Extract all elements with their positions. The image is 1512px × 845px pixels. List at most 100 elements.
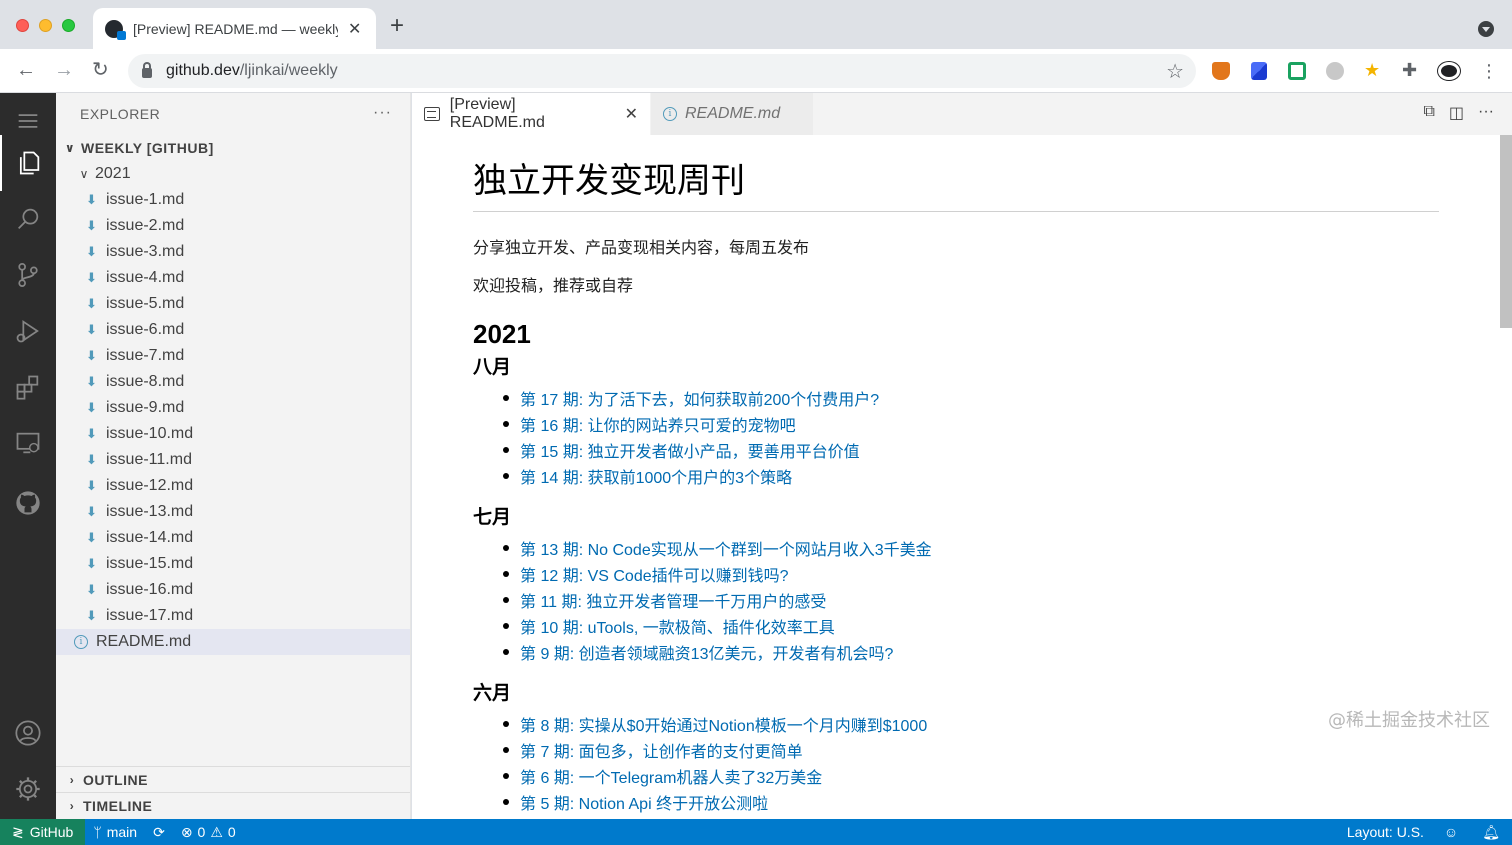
open-source-icon[interactable]: ⧉ bbox=[1423, 103, 1434, 123]
file-item[interactable]: ⬇ issue-11.md bbox=[56, 447, 410, 473]
forward-arrow-icon[interactable]: → bbox=[54, 59, 74, 81]
browser-tab-title: [Preview] README.md — weekly bbox=[133, 20, 338, 37]
file-item[interactable]: ⬇ issue-6.md bbox=[56, 317, 410, 343]
bookmark-star-icon[interactable]: ☆ bbox=[1166, 59, 1184, 84]
file-label: issue-3.md bbox=[106, 243, 185, 260]
back-arrow-icon[interactable]: ← bbox=[16, 59, 36, 81]
remote-indicator[interactable]: ≷ GitHub bbox=[0, 819, 86, 845]
scrollbar[interactable] bbox=[1500, 135, 1512, 819]
branch-label: main bbox=[106, 824, 138, 840]
issue-link[interactable]: 第 12 期: VS Code插件可以赚到钱吗? bbox=[520, 562, 789, 586]
split-editor-icon[interactable]: ◫ bbox=[1449, 103, 1464, 123]
explorer-icon[interactable] bbox=[0, 135, 56, 191]
branch-indicator[interactable]: ᛘ main bbox=[85, 819, 145, 845]
new-tab-button[interactable]: + bbox=[390, 14, 404, 38]
error-icon: ⊗ bbox=[180, 823, 193, 840]
extension-gray-icon[interactable] bbox=[1326, 62, 1344, 80]
file-item[interactable]: ⬇ issue-4.md bbox=[56, 265, 410, 291]
profile-avatar[interactable] bbox=[1438, 62, 1460, 80]
file-item[interactable]: ⬇ issue-10.md bbox=[56, 421, 410, 447]
file-label: issue-12.md bbox=[106, 477, 194, 494]
tab-preview-readme[interactable]: [Preview] README.md ✕ bbox=[412, 93, 650, 135]
file-item[interactable]: ⬇ issue-3.md bbox=[56, 239, 410, 265]
feedback-icon[interactable]: ☺ bbox=[1432, 819, 1470, 845]
tab-label: [Preview] README.md bbox=[449, 96, 545, 131]
reload-icon[interactable]: ↻ bbox=[92, 59, 109, 81]
more-actions-icon[interactable]: ··· bbox=[1478, 103, 1494, 123]
run-debug-icon[interactable] bbox=[0, 303, 56, 359]
issue-link[interactable]: 第 8 期: 实操从$0开始通过Notion模板一个月内赚到$1000 bbox=[520, 712, 927, 736]
window-close-button[interactable] bbox=[16, 19, 29, 32]
timeline-section[interactable]: › TIMELINE bbox=[56, 792, 410, 818]
workspace-section[interactable]: ∨ WEEKLY [GITHUB] bbox=[56, 135, 410, 161]
remote-icon: ≷ bbox=[12, 823, 24, 840]
tab-search-icon[interactable] bbox=[1478, 21, 1494, 37]
notifications-bell-icon[interactable]: 🔔︎ bbox=[1470, 819, 1512, 845]
extension-green-icon[interactable] bbox=[1288, 62, 1306, 80]
list-item: 第 9 期: 创造者领域融资13亿美元，开发者有机会吗? bbox=[473, 639, 1500, 665]
url-text: github.dev/ljinkai/weekly bbox=[166, 62, 338, 79]
window-zoom-button[interactable] bbox=[62, 19, 75, 32]
issue-link[interactable]: 第 6 期: 一个Telegram机器人卖了32万美金 bbox=[520, 764, 822, 788]
problems-indicator[interactable]: ⊗ 0 ⚠ 0 bbox=[173, 819, 244, 845]
extensions-icon[interactable] bbox=[0, 359, 56, 415]
issue-list: 第 17 期: 为了活下去，如何获取前200个付费用户? 第 16 期: 让你的网… bbox=[473, 385, 1500, 489]
markdown-file-icon: ⬇ bbox=[86, 452, 97, 467]
file-item[interactable]: ⬇ issue-16.md bbox=[56, 577, 410, 603]
issue-link[interactable]: 第 11 期: 独立开发者管理一千万用户的感受 bbox=[520, 588, 826, 612]
file-list: ⬇ issue-1.md ⬇ issue-2.md ⬇ issue-3.md ⬇ issue-… bbox=[56, 187, 410, 629]
issue-link[interactable]: 第 9 期: 创造者领域融资13亿美元，开发者有机会吗? bbox=[520, 640, 893, 664]
remote-explorer-icon[interactable] bbox=[0, 415, 56, 471]
list-item: 第 12 期: VS Code插件可以赚到钱吗? bbox=[473, 561, 1500, 587]
window-minimize-button[interactable] bbox=[39, 19, 52, 32]
explorer-more-actions-icon[interactable]: ··· bbox=[373, 104, 392, 122]
folder-2021[interactable]: ∨ 2021 bbox=[56, 161, 410, 187]
search-icon[interactable] bbox=[0, 191, 56, 247]
vscode-workbench: EXPLORER ··· ∨ WEEKLY [GITHUB] ∨ 2021 ⬇ i… bbox=[0, 93, 1512, 845]
issue-link[interactable]: 第 7 期: 面包多，让创作者的支付更简单 bbox=[520, 738, 803, 762]
month-sections: 八月第 17 期: 为了活下去，如何获取前200个付费用户? 第 16 期: 让你… bbox=[473, 355, 1500, 815]
file-item[interactable]: ⬇ issue-7.md bbox=[56, 343, 410, 369]
tab-label: README.md bbox=[685, 105, 781, 122]
file-readme[interactable]: i README.md bbox=[56, 629, 410, 655]
issue-link[interactable]: 第 15 期: 独立开发者做小产品，要善用平台价值 bbox=[520, 438, 860, 462]
issue-link[interactable]: 第 16 期: 让你的网站养只可爱的宠物吧 bbox=[520, 412, 796, 436]
extensions-puzzle-icon[interactable]: ✚ bbox=[1402, 61, 1420, 79]
chrome-menu-icon[interactable]: ⋮ bbox=[1480, 60, 1498, 82]
file-item[interactable]: ⬇ issue-15.md bbox=[56, 551, 410, 577]
browser-tab[interactable]: [Preview] README.md — weekly ✕ bbox=[93, 8, 376, 49]
issue-link[interactable]: 第 17 期: 为了活下去，如何获取前200个付费用户? bbox=[520, 386, 879, 410]
list-item: 第 13 期: No Code实现从一个群到一个网站月收入3千美金 bbox=[473, 535, 1500, 561]
file-item[interactable]: ⬇ issue-2.md bbox=[56, 213, 410, 239]
file-item[interactable]: ⬇ issue-8.md bbox=[56, 369, 410, 395]
sync-button[interactable]: ⟳ bbox=[145, 819, 173, 845]
github-icon[interactable] bbox=[0, 475, 56, 531]
file-item[interactable]: ⬇ issue-9.md bbox=[56, 395, 410, 421]
file-item[interactable]: ⬇ issue-14.md bbox=[56, 525, 410, 551]
accounts-icon[interactable] bbox=[0, 705, 56, 761]
outline-section[interactable]: › OUTLINE bbox=[56, 766, 410, 792]
issue-link[interactable]: 第 13 期: No Code实现从一个群到一个网站月收入3千美金 bbox=[520, 536, 932, 560]
tab-readme[interactable]: i README.md bbox=[651, 93, 813, 135]
source-control-icon[interactable] bbox=[0, 247, 56, 303]
metamask-extension-icon[interactable] bbox=[1212, 62, 1230, 80]
file-item[interactable]: ⬇ issue-13.md bbox=[56, 499, 410, 525]
keyboard-layout[interactable]: Layout: U.S. bbox=[1339, 819, 1432, 845]
github-dev-favicon-icon bbox=[105, 19, 126, 40]
issue-link[interactable]: 第 14 期: 获取前1000个用户的3个策略 bbox=[520, 464, 792, 488]
extension-star-icon[interactable]: ★ bbox=[1364, 61, 1382, 79]
extension-blue-icon[interactable] bbox=[1251, 62, 1267, 80]
file-item[interactable]: ⬇ issue-1.md bbox=[56, 187, 410, 213]
file-item[interactable]: ⬇ issue-17.md bbox=[56, 603, 410, 629]
issue-link[interactable]: 第 10 期: uTools, 一款极简、插件化效率工具 bbox=[520, 614, 835, 638]
markdown-file-icon: ⬇ bbox=[86, 296, 97, 311]
file-item[interactable]: ⬇ issue-12.md bbox=[56, 473, 410, 499]
markdown-file-icon: ⬇ bbox=[86, 556, 97, 571]
issue-link[interactable]: 第 5 期: Notion Api 终于开放公测啦 bbox=[520, 790, 768, 814]
browser-tab-close-icon[interactable]: ✕ bbox=[348, 19, 361, 39]
manage-gear-icon[interactable] bbox=[0, 761, 56, 817]
close-icon[interactable]: ✕ bbox=[625, 104, 638, 124]
address-bar[interactable]: github.dev/ljinkai/weekly ☆ bbox=[128, 54, 1196, 88]
scrollbar-thumb[interactable] bbox=[1500, 135, 1512, 328]
file-item[interactable]: ⬇ issue-5.md bbox=[56, 291, 410, 317]
